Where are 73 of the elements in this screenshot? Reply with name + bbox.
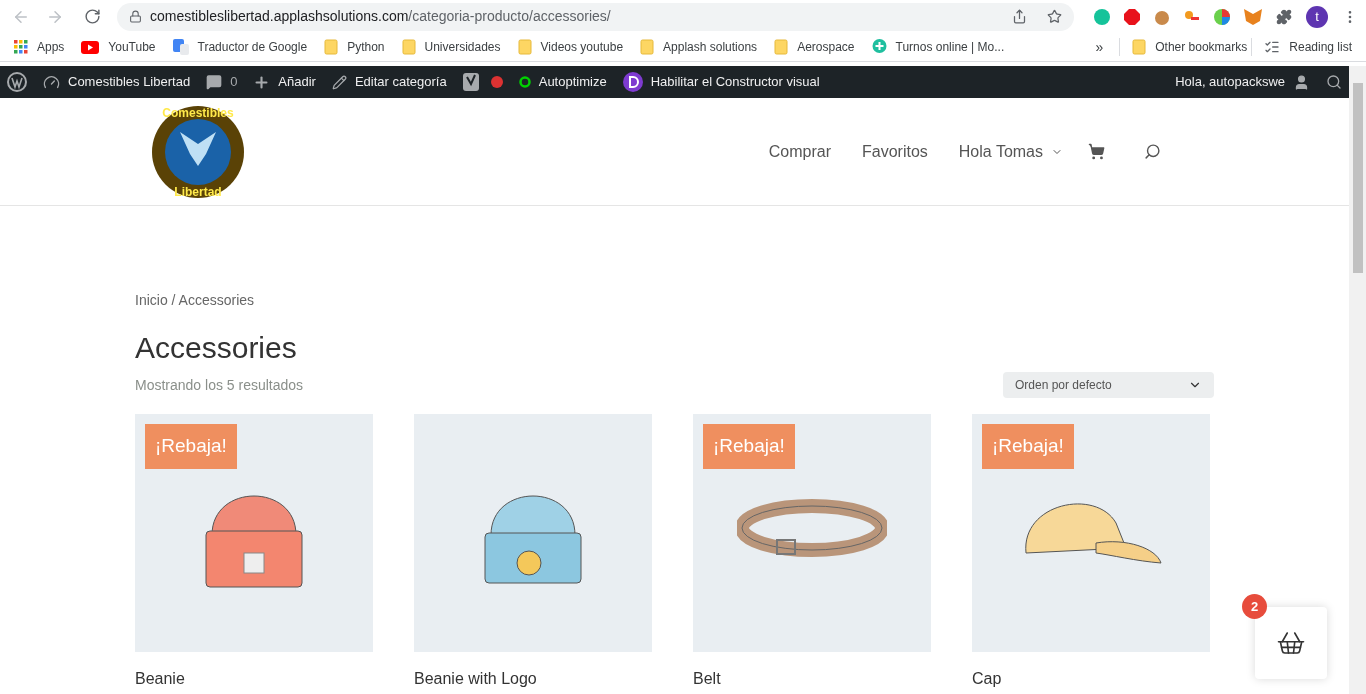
admin-menu-item[interactable]: Habilitar el Constructor visual — [622, 72, 820, 92]
folder-icon — [401, 39, 416, 55]
comment-icon — [206, 74, 223, 90]
admin-menu-item[interactable]: Editar categoría — [331, 72, 447, 92]
bookmark-link[interactable]: Aerospace — [774, 38, 855, 56]
bookmark-link[interactable]: Apps — [14, 38, 65, 56]
folder-icon — [774, 39, 789, 55]
bookmark-link[interactable]: Applash solutions — [640, 38, 758, 56]
breadcrumb: Inicio / Accessories — [135, 291, 256, 310]
admin-menu-item[interactable]: 0 — [206, 72, 238, 92]
yoast-logo-icon[interactable] — [462, 73, 479, 91]
search-icon[interactable] — [1144, 143, 1161, 160]
product-name[interactable]: Belt — [693, 667, 931, 691]
status-dot-icon — [490, 76, 503, 88]
admin-menu-item[interactable] — [462, 73, 503, 91]
search-icon[interactable] — [1326, 74, 1342, 90]
cart-icon[interactable] — [1088, 143, 1105, 160]
product-name[interactable]: Cap — [972, 667, 1210, 691]
folder-icon — [517, 39, 532, 55]
user-icon — [1293, 73, 1310, 91]
result-count: Mostrando los 5 resultados — [135, 375, 304, 395]
sale-badge: ¡Rebaja! — [982, 424, 1074, 469]
play-logo-icon — [81, 40, 100, 54]
admin-menu-item[interactable]: Añadir — [253, 72, 316, 92]
page-title: Accessories — [135, 330, 298, 366]
logo-text: Libertad — [174, 184, 222, 199]
bookmark-link[interactable]: Videos youtube — [517, 38, 624, 56]
plus-icon — [253, 73, 271, 91]
scrollbar[interactable] — [1349, 66, 1366, 694]
admin-menu-item[interactable]: Comestibles Libertad — [43, 72, 191, 92]
wordpress-logo-icon[interactable] — [7, 72, 27, 92]
plus-pin-icon — [871, 39, 887, 55]
nav-link[interactable]: Comprar — [768, 139, 831, 164]
divi-logo-icon — [622, 72, 643, 92]
profile-avatar[interactable]: t — [1306, 5, 1328, 28]
ring-icon — [518, 76, 531, 88]
product-name[interactable]: Beanie — [135, 667, 373, 691]
url-text: comestibleslibertad.applashsolutions.com/categoria-producto/accessories/ — [150, 7, 611, 26]
stop-hand-icon[interactable] — [1124, 8, 1140, 25]
bookmark-link[interactable]: Other bookmarks — [1119, 38, 1248, 56]
lock-icon — [129, 10, 142, 23]
color-wheel-icon[interactable] — [1214, 8, 1230, 25]
star-icon[interactable] — [1047, 9, 1062, 24]
pencil-icon — [331, 74, 347, 90]
sort-dropdown[interactable]: Orden por defecto — [1003, 372, 1214, 398]
nav-link[interactable]: Hola Tomas — [958, 139, 1063, 164]
product-name[interactable]: Beanie with Logo — [414, 667, 652, 691]
translate-icon — [172, 39, 189, 55]
more-bookmarks-chevron[interactable]: » — [1095, 36, 1104, 58]
extensions-icon[interactable] — [1276, 8, 1292, 25]
bookmark-link[interactable]: YouTube — [81, 38, 156, 56]
bookmark-link[interactable]: Python — [324, 38, 385, 56]
reload-icon[interactable] — [84, 8, 101, 25]
sale-badge: ¡Rebaja! — [703, 424, 795, 469]
gauge-icon — [43, 73, 60, 91]
folder-icon — [640, 39, 655, 55]
address-bar[interactable]: comestibleslibertad.applashsolutions.com/categoria-producto/accessories/ — [117, 2, 1074, 31]
sale-badge: ¡Rebaja! — [145, 424, 237, 469]
reading-list-icon — [1264, 39, 1281, 55]
cookie-icon[interactable] — [1154, 8, 1170, 25]
bookmark-link[interactable]: Turnos online | Mo... — [871, 38, 1005, 56]
share-icon[interactable] — [1012, 9, 1027, 24]
bookmark-link[interactable]: Traductor de Google — [172, 38, 308, 56]
bookmark-link[interactable]: Reading list — [1251, 38, 1352, 56]
fox-icon[interactable] — [1244, 8, 1262, 25]
apps-grid-icon — [14, 40, 28, 54]
folder-icon — [1132, 39, 1147, 55]
user-greeting[interactable]: Hola, autopackswe — [1175, 72, 1310, 92]
bookmark-link[interactable]: Universidades — [401, 38, 501, 56]
nav-link[interactable]: Favoritos — [862, 139, 928, 164]
admin-menu-item[interactable]: Autoptimize — [518, 72, 607, 92]
folder-icon — [324, 39, 339, 55]
cart-count-badge: 2 — [1242, 594, 1267, 619]
